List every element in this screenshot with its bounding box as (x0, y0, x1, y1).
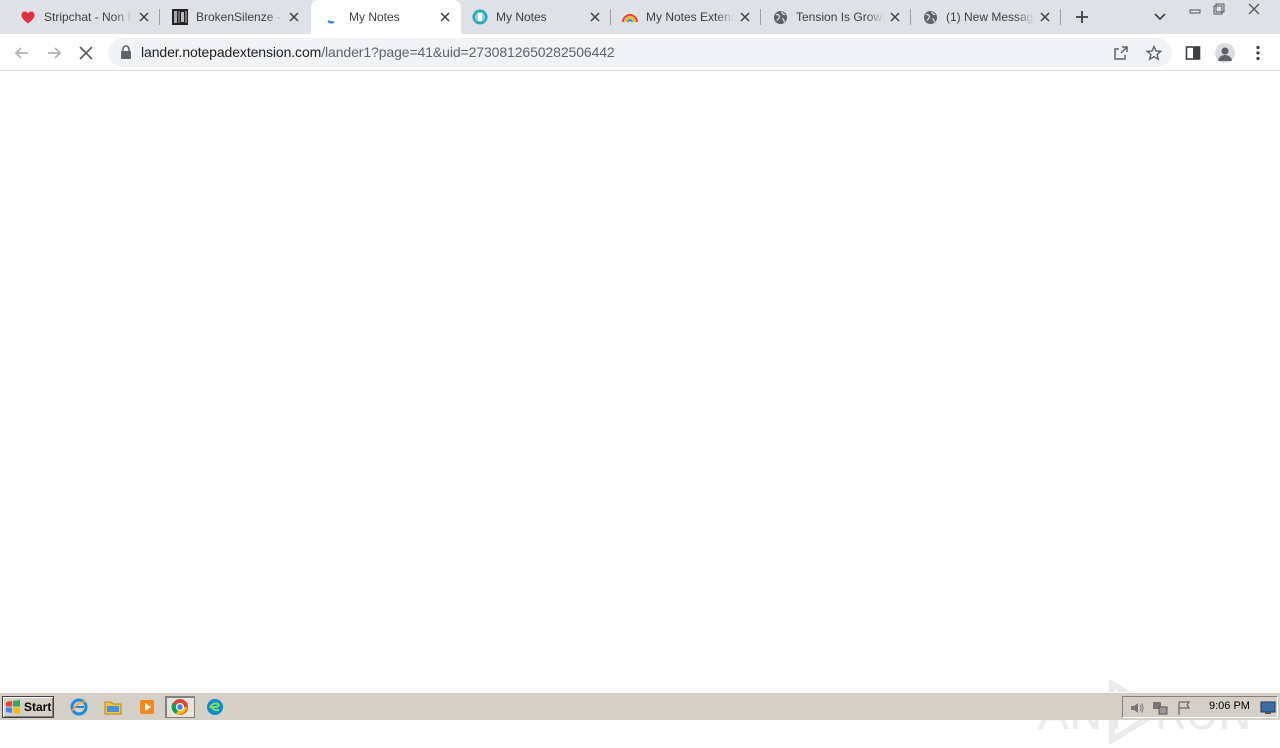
page-content: ANY RUN (0, 72, 1280, 744)
file-explorer-taskbar-button[interactable] (102, 697, 124, 717)
tab-new-message[interactable]: (1) New Message! (911, 0, 1061, 34)
close-icon (1248, 3, 1260, 15)
arrow-right-icon (48, 47, 62, 59)
volume-icon[interactable] (1129, 700, 1145, 716)
tab-search-button[interactable] (1152, 9, 1168, 25)
close-window-button[interactable] (1242, 0, 1266, 18)
share-button[interactable] (1112, 44, 1130, 62)
tab-title: My Notes Extensio (646, 10, 734, 24)
url-path: /lander1?page=41&uid=2730812650282506442 (321, 44, 615, 60)
tab-my-notes[interactable]: My Notes (461, 0, 611, 34)
restore-button[interactable] (1208, 0, 1230, 18)
bookmark-button[interactable] (1145, 44, 1163, 62)
globe-icon (922, 9, 938, 25)
tab-my-notes-extension[interactable]: My Notes Extensio (611, 0, 761, 34)
site-logo-icon (172, 9, 188, 25)
system-tray: 9:06 PM (1122, 696, 1278, 718)
edge-taskbar-button[interactable] (204, 697, 226, 717)
rainbow-icon (622, 9, 638, 25)
more-vertical-icon (1256, 45, 1260, 61)
internet-explorer-taskbar-button[interactable] (68, 697, 90, 717)
windows-logo-icon (6, 700, 20, 714)
avatar (1215, 43, 1235, 63)
loading-spinner-icon (325, 9, 341, 25)
heart-icon (20, 9, 36, 25)
menu-button[interactable] (1247, 42, 1269, 64)
media-player-icon (140, 700, 154, 714)
tab-title: (1) New Message! (946, 10, 1034, 24)
taskbar-clock[interactable]: 9:06 PM (1209, 700, 1250, 712)
tab-title: BrokenSilenze - Ur (196, 10, 284, 24)
tab-my-notes-active[interactable]: My Notes (311, 0, 461, 34)
arrow-left-icon (14, 47, 28, 59)
tab-strip: Stripchat - Non Nu BrokenSilenze - Ur My… (0, 0, 1280, 34)
plus-icon (1076, 11, 1088, 23)
start-label: Start (24, 700, 52, 714)
chrome-taskbar-button[interactable] (165, 696, 195, 718)
start-button[interactable]: Start (2, 696, 54, 718)
person-icon (1218, 47, 1232, 61)
tab-separator (1060, 9, 1061, 25)
tab-title: My Notes (349, 10, 400, 24)
window-controls (1182, 0, 1280, 18)
tab-brokensilenze[interactable]: BrokenSilenze - Ur (160, 0, 310, 34)
forward-button[interactable] (43, 42, 65, 64)
tab-tension-is-growing[interactable]: Tension Is Growing (761, 0, 911, 34)
tab-title: Stripchat - Non Nu (44, 10, 132, 24)
chevron-down-icon (1154, 13, 1166, 21)
media-player-taskbar-button[interactable] (136, 697, 158, 717)
notes-app-icon (472, 9, 488, 25)
taskbar: Start 9:06 PM (0, 692, 1280, 720)
tab-close-icon[interactable] (286, 9, 302, 25)
tab-title: My Notes (496, 10, 547, 24)
globe-icon (772, 9, 788, 25)
url-domain: lander.notepadextension.com (141, 44, 322, 60)
tab-close-icon[interactable] (587, 9, 603, 25)
tab-close-icon[interactable] (887, 9, 903, 25)
minimize-button[interactable] (1184, 0, 1206, 18)
tab-close-icon[interactable] (136, 9, 152, 25)
restore-icon (1213, 3, 1225, 15)
minimize-icon (1189, 9, 1201, 14)
action-center-flag-icon[interactable] (1176, 700, 1192, 716)
network-icon[interactable] (1152, 700, 1168, 716)
profile-button[interactable] (1214, 42, 1236, 64)
side-panel-button[interactable] (1182, 42, 1204, 64)
chrome-icon (171, 699, 188, 715)
new-tab-button[interactable] (1072, 7, 1092, 27)
internet-explorer-icon (70, 698, 88, 716)
star-icon (1146, 45, 1162, 61)
tab-close-icon[interactable] (437, 9, 453, 25)
folder-icon (104, 701, 122, 715)
stop-loading-button[interactable] (75, 42, 97, 64)
tab-title: Tension Is Growing (796, 10, 884, 24)
tab-close-icon[interactable] (737, 9, 753, 25)
show-desktop-icon[interactable] (1260, 700, 1276, 716)
lock-icon[interactable] (120, 45, 132, 60)
close-icon (79, 46, 93, 60)
edge-icon (207, 699, 223, 715)
tab-close-icon[interactable] (1037, 9, 1053, 25)
tab-stripchat[interactable]: Stripchat - Non Nu (0, 0, 160, 34)
url-text[interactable]: lander.notepadextension.com/lander1?page… (141, 44, 615, 60)
browser-toolbar: lander.notepadextension.com/lander1?page… (0, 34, 1280, 71)
side-panel-icon (1185, 46, 1201, 60)
back-button[interactable] (11, 42, 33, 64)
address-bar[interactable]: lander.notepadextension.com/lander1?page… (108, 38, 1172, 67)
share-icon (1114, 46, 1128, 60)
